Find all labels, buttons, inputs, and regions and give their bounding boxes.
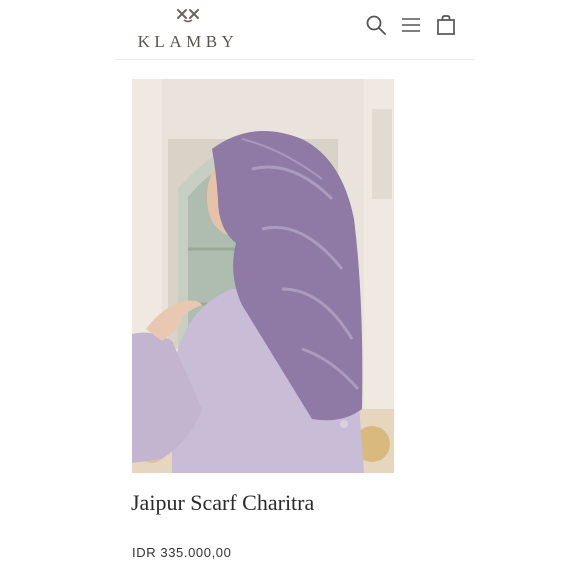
product-image[interactable] — [132, 79, 394, 473]
site-header: KLAMBY — [0, 0, 583, 60]
search-icon[interactable] — [364, 13, 388, 37]
product-title[interactable]: Jaipur Scarf Charitra — [131, 490, 314, 516]
product-price: IDR 335.000,00 — [132, 545, 232, 560]
brand-logo[interactable]: KLAMBY — [132, 8, 244, 51]
menu-icon[interactable] — [399, 13, 423, 37]
klamby-logo-mark-icon — [177, 9, 199, 23]
header-divider — [115, 59, 475, 60]
brand-name: KLAMBY — [137, 32, 239, 51]
shopping-bag-icon[interactable] — [434, 13, 458, 37]
